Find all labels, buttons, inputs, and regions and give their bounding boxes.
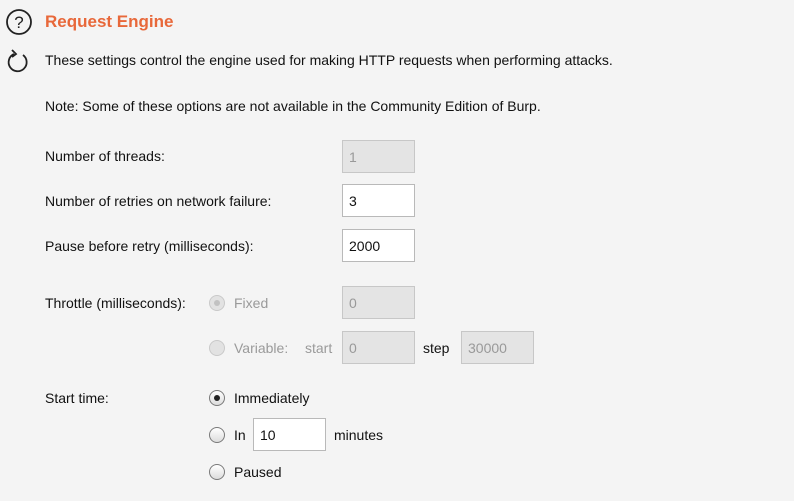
section-description: These settings control the engine used f… <box>45 52 613 68</box>
throttle-fixed-label: Fixed <box>234 295 269 311</box>
retries-label: Number of retries on network failure: <box>45 193 272 209</box>
start-time-label: Start time: <box>45 390 109 406</box>
help-icon[interactable]: ? <box>5 8 33 36</box>
throttle-start-label: start <box>305 340 333 356</box>
start-immediately-radio[interactable] <box>209 390 225 406</box>
radio-selected-dot <box>214 300 220 306</box>
start-in-minutes-input[interactable] <box>253 418 326 451</box>
start-in-radio[interactable] <box>209 427 225 443</box>
threads-label: Number of threads: <box>45 148 165 164</box>
svg-text:?: ? <box>14 13 23 32</box>
throttle-start-input[interactable] <box>342 331 415 364</box>
retries-input[interactable] <box>342 184 415 217</box>
throttle-fixed-radio[interactable] <box>209 295 225 311</box>
throttle-variable-radio[interactable] <box>209 340 225 356</box>
threads-input[interactable] <box>342 140 415 173</box>
throttle-variable-label: Variable: <box>234 340 289 356</box>
start-paused-label: Paused <box>234 464 282 480</box>
radio-selected-dot <box>214 395 220 401</box>
throttle-step-input[interactable] <box>461 331 534 364</box>
minutes-label: minutes <box>334 427 384 443</box>
edition-note: Note: Some of these options are not avai… <box>45 98 541 114</box>
section-title: Request Engine <box>45 12 174 31</box>
throttle-fixed-input[interactable] <box>342 286 415 319</box>
start-in-label: In <box>234 427 246 443</box>
start-immediately-label: Immediately <box>234 390 310 406</box>
throttle-label: Throttle (milliseconds): <box>45 295 186 311</box>
start-paused-radio[interactable] <box>209 464 225 480</box>
refresh-icon[interactable] <box>6 48 30 74</box>
pause-input[interactable] <box>342 229 415 262</box>
throttle-step-label: step <box>423 340 450 356</box>
pause-label: Pause before retry (milliseconds): <box>45 238 254 254</box>
